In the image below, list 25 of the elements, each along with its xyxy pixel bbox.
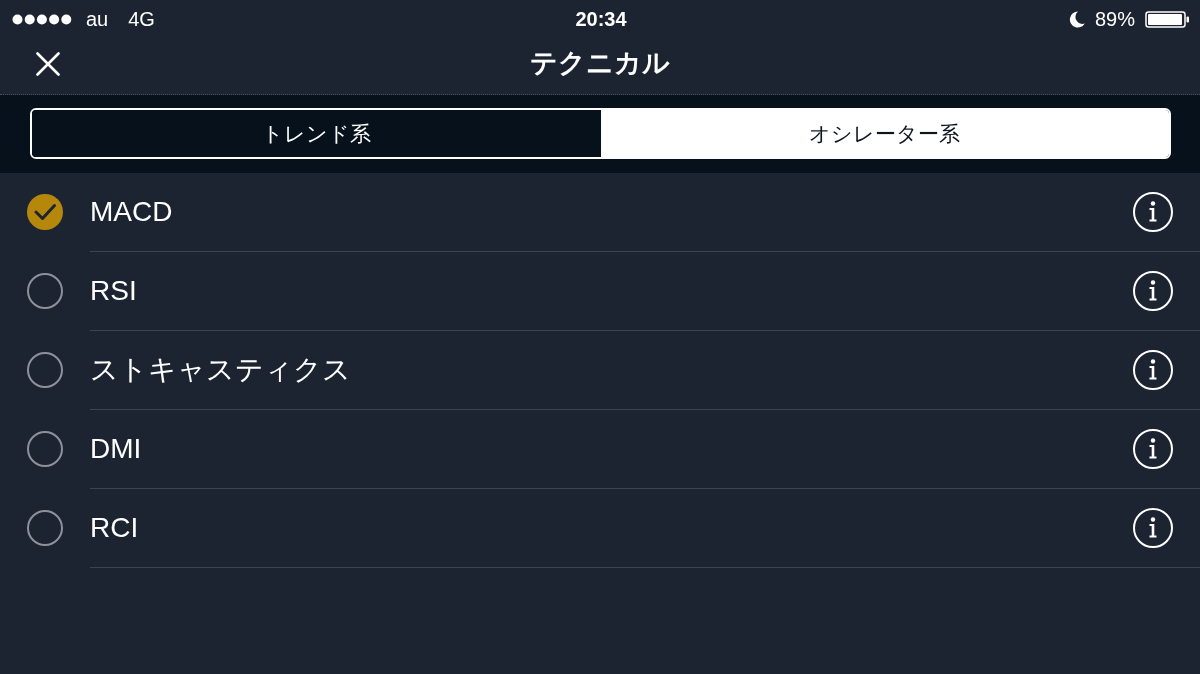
indicator-name: RSI [90,275,137,307]
segment-tab[interactable]: オシレーター系 [600,110,1169,157]
indicator-name: RCI [90,512,139,544]
checkbox[interactable] [27,510,63,546]
checkbox[interactable] [27,352,63,388]
checkbox[interactable] [27,431,63,467]
info-icon[interactable] [1133,429,1173,469]
network-label: 4G [128,7,155,31]
clock-time: 20:34 [575,7,627,31]
info-icon[interactable] [1133,350,1173,390]
checkbox[interactable] [27,273,63,309]
indicator-name: MACD [90,196,173,228]
indicator-name: ストキャスティクス [90,353,351,387]
signal-dots-icon [12,13,72,25]
battery-percent: 89% [1094,7,1135,31]
battery-icon [1145,10,1190,28]
moon-icon [1068,10,1085,28]
info-icon[interactable] [1133,192,1173,232]
checkbox[interactable] [27,194,63,230]
carrier-label: au [86,7,109,31]
indicator-name: DMI [90,433,142,465]
screen-title: テクニカル [530,47,670,80]
info-icon[interactable] [1133,271,1173,311]
close-icon[interactable] [36,52,60,76]
info-icon[interactable] [1133,508,1173,548]
